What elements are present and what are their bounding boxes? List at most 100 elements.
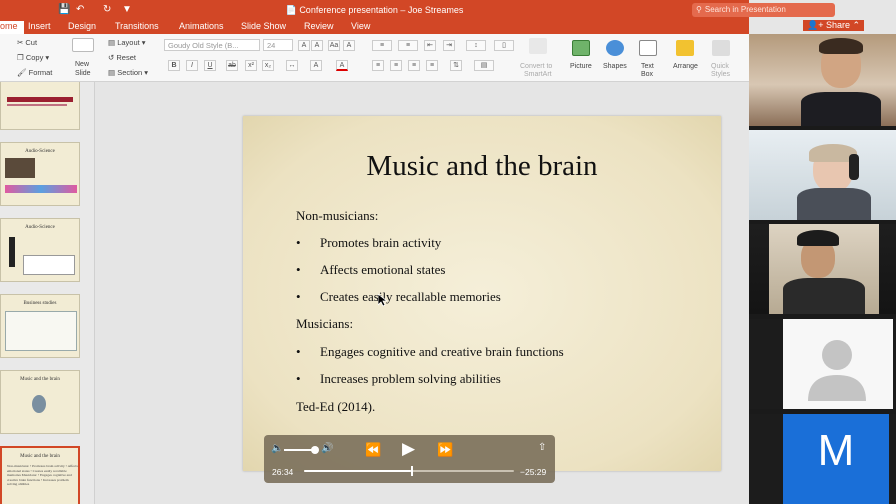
slide-heading-musicians[interactable]: Musicians: [296, 316, 353, 332]
section-button[interactable]: ▤ Section ▾ [108, 68, 148, 77]
superscript-icon[interactable]: x² [245, 60, 257, 71]
font-size-select[interactable]: 24 [263, 39, 293, 51]
slide-citation[interactable]: Ted-Ed (2014). [296, 399, 375, 415]
new-slide-icon[interactable] [72, 38, 94, 52]
font-name-select[interactable]: Goudy Old Style (B... [164, 39, 260, 51]
shapes-label: Shapes [603, 63, 627, 70]
decrease-font-icon[interactable]: A [311, 40, 323, 51]
share-icon[interactable]: ⇧ [538, 442, 546, 453]
text-direction-icon[interactable]: ⇅ [450, 60, 462, 71]
rewind-icon[interactable]: ⏪ [365, 442, 381, 458]
quick-styles-label-2: Styles [711, 71, 731, 78]
font-color-icon[interactable]: A [336, 60, 348, 71]
columns-icon[interactable]: ▯ [494, 40, 514, 51]
playhead[interactable] [411, 466, 414, 476]
cut-button[interactable]: ✂ Cut [17, 38, 37, 47]
increase-indent-icon[interactable]: ⇥ [443, 40, 455, 51]
align-left-icon[interactable]: ≡ [372, 60, 384, 71]
character-spacing-icon[interactable]: ↔ [286, 60, 298, 71]
slide-thumbnail[interactable]: Music and the brain [0, 370, 80, 434]
layout-button[interactable]: ▤ Layout ▾ [108, 38, 146, 47]
subscript-icon[interactable]: x₂ [262, 60, 274, 71]
underline-icon[interactable]: U [204, 60, 216, 71]
layout-icon: ▤ [108, 38, 116, 47]
bullets-icon[interactable]: ≡ [372, 40, 392, 51]
slide-bullet[interactable]: Affects emotional states [320, 262, 445, 278]
participant-video-1[interactable] [749, 34, 896, 126]
slide-thumbnail[interactable]: Audio-Science [0, 218, 80, 282]
slide-thumbnails-pane[interactable]: Audio-Science Audio-Science Business stu… [0, 82, 95, 504]
copy-button[interactable]: ❐ Copy ▾ [17, 53, 49, 62]
participant-video-4[interactable] [749, 319, 896, 409]
participant-video-3[interactable] [749, 224, 896, 314]
progress-track[interactable] [304, 470, 514, 472]
clear-formatting-icon[interactable]: A [343, 40, 355, 51]
slide-thumbnail[interactable] [0, 82, 80, 130]
bullet-marker: • [296, 289, 301, 304]
increase-font-icon[interactable]: A [298, 40, 310, 51]
participant-video-2[interactable] [749, 130, 896, 220]
tab-transitions[interactable]: Transitions [115, 21, 159, 31]
text-effects-icon[interactable]: A [310, 60, 322, 71]
slide-title[interactable]: Music and the brain [243, 150, 721, 183]
line-spacing-icon[interactable]: ↕ [466, 40, 486, 51]
italic-icon[interactable]: I [186, 60, 198, 71]
slide-bullet[interactable]: Promotes brain activity [320, 235, 441, 251]
bold-icon[interactable]: B [168, 60, 180, 71]
tab-insert[interactable]: Insert [28, 21, 51, 31]
search-box[interactable]: ⚲ Search in Presentation [692, 3, 835, 17]
thumbnail-body: Non-musicians: • Promotes brain activity… [7, 464, 78, 487]
shapes-icon[interactable] [606, 40, 624, 56]
scissors-icon: ✂ [17, 38, 24, 47]
align-right-icon[interactable]: ≡ [408, 60, 420, 71]
ribbon: ✂ Cut ❐ Copy ▾ 🖌 Format New Slide ▤ Layo… [0, 34, 749, 82]
change-case-icon[interactable]: Aa [328, 40, 340, 51]
slide-thumbnail[interactable]: Audio-Science [0, 142, 80, 206]
arrange-icon[interactable] [676, 40, 694, 56]
slide[interactable]: Music and the brain Non-musicians: • Pro… [243, 116, 721, 471]
strikethrough-icon[interactable]: ab [226, 60, 238, 71]
participant-cap [797, 230, 839, 246]
play-icon[interactable]: ▶ [402, 439, 415, 459]
tab-animations[interactable]: Animations [179, 21, 224, 31]
tab-design[interactable]: Design [68, 21, 96, 31]
text-box-icon[interactable] [639, 40, 657, 56]
thumbnail-graphic [7, 104, 67, 106]
media-player-controls[interactable]: 🔈 🔊 ⏪ ▶ ⏩ ⇧ 26:34 −25:29 [264, 435, 555, 483]
slide-bullet[interactable]: Creates easily recallable memories [320, 289, 501, 305]
quick-styles-icon[interactable] [712, 40, 730, 56]
thumbnail-graphic [7, 97, 73, 102]
numbering-icon[interactable]: ≡ [398, 40, 418, 51]
format-painter-button[interactable]: 🖌 Format [17, 68, 52, 77]
default-avatar-icon [808, 340, 866, 401]
tab-home[interactable]: ome [0, 21, 24, 34]
convert-smartart-label-1: Convert to [520, 63, 553, 70]
reset-button[interactable]: ↺ Reset [108, 53, 136, 62]
thumbnail-image [9, 237, 15, 267]
volume-low-icon[interactable]: 🔈 [271, 443, 283, 454]
participant-video-5[interactable]: M [749, 414, 896, 504]
headset-icon [849, 154, 859, 180]
tab-view[interactable]: View [351, 21, 370, 31]
participant-shirt [797, 188, 871, 220]
volume-slider[interactable] [284, 449, 314, 451]
volume-knob[interactable] [311, 446, 319, 454]
volume-high-icon[interactable]: 🔊 [321, 443, 333, 454]
slide-bullet[interactable]: Engages cognitive and creative brain fun… [320, 344, 564, 360]
tab-slide-show[interactable]: Slide Show [241, 21, 286, 31]
share-button[interactable]: 👤+ Share ⌃ [803, 20, 865, 31]
tab-review[interactable]: Review [304, 21, 334, 31]
align-center-icon[interactable]: ≡ [390, 60, 402, 71]
slide-thumbnail-selected[interactable]: Music and the brain Non-musicians: • Pro… [0, 446, 80, 504]
convert-smartart-label-2: SmartArt [524, 71, 552, 78]
fast-forward-icon[interactable]: ⏩ [437, 442, 453, 458]
decrease-indent-icon[interactable]: ⇤ [424, 40, 436, 51]
slide-heading-non-musicians[interactable]: Non-musicians: [296, 208, 378, 224]
align-text-icon[interactable]: ▤ [474, 60, 494, 71]
add-person-icon: 👤+ [807, 20, 824, 30]
justify-icon[interactable]: ≡ [426, 60, 438, 71]
slide-bullet[interactable]: Increases problem solving abilities [320, 371, 501, 387]
picture-icon[interactable] [572, 40, 590, 56]
slide-thumbnail[interactable]: Business studies [0, 294, 80, 358]
participant-hair [819, 38, 863, 54]
